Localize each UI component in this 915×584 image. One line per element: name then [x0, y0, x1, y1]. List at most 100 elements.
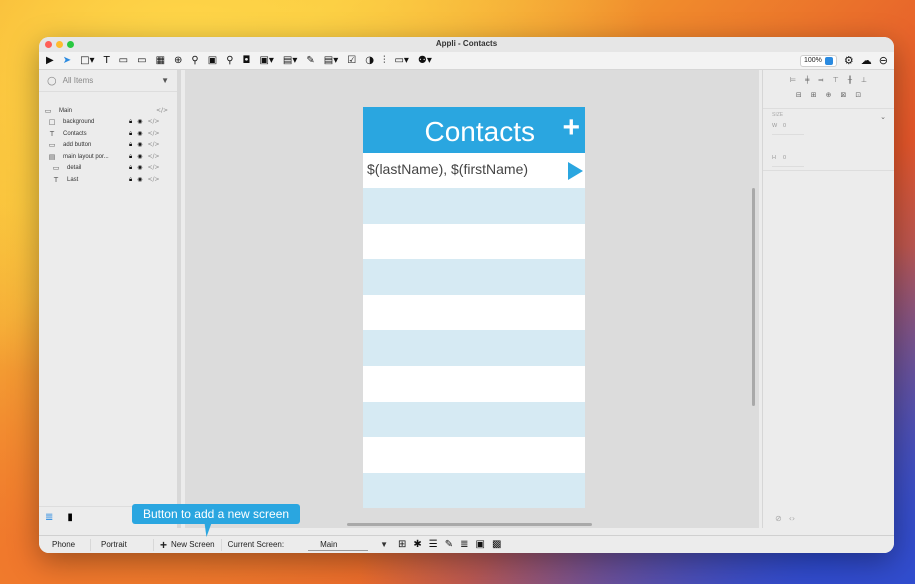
eye-icon[interactable]: ◉: [137, 164, 142, 172]
search-input[interactable]: All Items: [63, 76, 161, 85]
clipboard-icon[interactable]: ▣: [476, 539, 485, 550]
chat-icon[interactable]: ▩: [492, 539, 501, 550]
chevron-down-icon[interactable]: ▼: [161, 76, 169, 85]
match-width-icon[interactable]: ⊠: [840, 91, 846, 102]
align-bottom-icon[interactable]: ⊥: [861, 76, 867, 87]
account-icon[interactable]: ⊖: [879, 54, 888, 67]
current-screen-select[interactable]: Main: [308, 539, 369, 551]
camera-icon[interactable]: ◘: [243, 54, 251, 68]
checkbox-icon[interactable]: ☑: [347, 54, 356, 68]
center-canvas-icon[interactable]: ⊕: [826, 91, 832, 102]
height-field[interactable]: 0: [783, 155, 786, 161]
device-select[interactable]: Phone: [39, 538, 91, 551]
add-contact-button[interactable]: +: [562, 113, 580, 143]
phone-header[interactable]: Contacts +: [363, 107, 585, 153]
align-center-icon[interactable]: ╪: [805, 76, 809, 87]
search-bar[interactable]: ○ All Items ▼: [39, 70, 177, 92]
list-item[interactable]: [363, 188, 585, 224]
layer-row[interactable]: □ background 🔒︎ ◉ </>: [39, 117, 177, 129]
lock-icon[interactable]: 🔒︎: [129, 130, 132, 138]
layer-row[interactable]: ▭ Main </>: [39, 105, 177, 117]
code-icon[interactable]: </>: [147, 130, 159, 138]
map-pin-icon[interactable]: ⚲: [191, 54, 198, 68]
list-dropdown-icon[interactable]: ▤▾: [283, 54, 297, 68]
eye-icon[interactable]: ◉: [137, 141, 142, 149]
width-field[interactable]: 0: [783, 123, 786, 129]
cloud-upload-icon[interactable]: ☁: [861, 54, 872, 67]
list-item[interactable]: $(lastName), $(firstName): [363, 153, 585, 188]
button-icon[interactable]: ▭: [119, 54, 128, 68]
match-height-icon[interactable]: ⊡: [855, 91, 861, 102]
code-icon[interactable]: </>: [147, 153, 159, 161]
caret-down-icon[interactable]: ▼: [380, 540, 388, 549]
chevron-down-icon[interactable]: ⌄: [880, 113, 886, 121]
grid-icon[interactable]: ⊞: [398, 539, 406, 550]
web-icon[interactable]: ⊕: [174, 54, 182, 68]
layer-row[interactable]: ▭ detail 🔒︎ ◉ </>: [39, 163, 177, 175]
lock-icon[interactable]: 🔒︎: [129, 164, 132, 172]
calendar-dropdown-icon[interactable]: ▭▾: [394, 54, 408, 68]
list-item[interactable]: [363, 259, 585, 295]
toggle-icon[interactable]: ◑: [365, 54, 374, 68]
orientation-select[interactable]: Portrait: [91, 538, 154, 551]
zoom-select[interactable]: 100%: [800, 54, 837, 67]
vertical-scrollbar[interactable]: [752, 188, 755, 406]
edit-icon[interactable]: ✎: [306, 54, 314, 68]
sliders-icon[interactable]: ⫶: [383, 54, 386, 68]
list-item[interactable]: [363, 472, 585, 509]
lock-icon[interactable]: 🔒︎: [129, 153, 132, 161]
layer-row[interactable]: T Last 🔒︎ ◉ </>: [39, 174, 177, 186]
lock-icon[interactable]: 🔒︎: [129, 118, 132, 126]
code-icon[interactable]: </>: [147, 176, 159, 184]
code-icon[interactable]: </>: [147, 118, 159, 126]
eye-icon[interactable]: ◉: [137, 118, 142, 126]
play-icon[interactable]: ▶: [46, 54, 54, 68]
lock-icon[interactable]: 🔒︎: [129, 141, 132, 149]
eye-icon[interactable]: ◉: [137, 176, 142, 184]
brush-icon[interactable]: ✎: [445, 539, 453, 550]
align-middle-icon[interactable]: ╫: [848, 76, 852, 87]
lock-icon[interactable]: 🔒︎: [129, 176, 132, 184]
list-item[interactable]: [363, 330, 585, 366]
shape-dropdown-icon[interactable]: □▾: [80, 54, 94, 68]
gear-icon[interactable]: ⚙: [844, 54, 854, 67]
input-icon[interactable]: ▭: [137, 54, 146, 68]
distribute-vertical-icon[interactable]: ⊞: [811, 91, 817, 102]
list-item[interactable]: [363, 224, 585, 260]
distribute-horizontal-icon[interactable]: ⊟: [796, 91, 802, 102]
layer-row[interactable]: T Contacts 🔒︎ ◉ </>: [39, 128, 177, 140]
layer-row[interactable]: ▭ add button 🔒︎ ◉ </>: [39, 140, 177, 152]
new-screen-button[interactable]: + New Screen: [154, 538, 222, 551]
list-item[interactable]: [363, 437, 585, 473]
search-tool-icon[interactable]: ⚲: [226, 54, 233, 68]
users-dropdown-icon[interactable]: ⚉▾: [418, 54, 432, 68]
list-item[interactable]: [363, 295, 585, 331]
code-icon[interactable]: </>: [147, 141, 159, 149]
horizontal-scrollbar[interactable]: [347, 523, 592, 526]
design-canvas[interactable]: Contacts + $(lastName), $(firstName): [185, 70, 759, 528]
chart-icon[interactable]: ▣: [208, 54, 217, 68]
database-icon[interactable]: ☰: [429, 539, 438, 550]
pointer-icon[interactable]: ➤: [63, 54, 71, 68]
align-right-icon[interactable]: ⫤: [818, 76, 823, 87]
list-item[interactable]: [363, 401, 585, 438]
eye-icon[interactable]: ◉: [137, 153, 142, 161]
list-item[interactable]: [363, 366, 585, 402]
layers-list-icon[interactable]: ≣: [45, 512, 53, 523]
form-dropdown-icon[interactable]: ▤▾: [324, 54, 338, 68]
bug-icon[interactable]: ✱: [413, 539, 421, 550]
eye-icon[interactable]: ◉: [137, 130, 142, 138]
image-dropdown-icon[interactable]: ▣▾: [259, 54, 273, 68]
code-icon[interactable]: ‹›: [789, 514, 795, 523]
align-top-icon[interactable]: ⊤: [833, 76, 839, 87]
list-icon[interactable]: ≣: [460, 539, 468, 550]
code-icon[interactable]: </>: [147, 164, 159, 172]
align-left-icon[interactable]: ⊨: [790, 76, 796, 87]
text-icon[interactable]: T: [104, 54, 110, 68]
disabled-icon[interactable]: ⊘: [775, 514, 782, 523]
detail-arrow-icon[interactable]: [568, 162, 583, 180]
code-icon[interactable]: </>: [156, 107, 168, 114]
table-icon[interactable]: ▦: [156, 54, 165, 68]
layer-row[interactable]: ▤ main layout por... 🔒︎ ◉ </>: [39, 151, 177, 163]
bookmark-icon[interactable]: ▮: [67, 512, 73, 523]
